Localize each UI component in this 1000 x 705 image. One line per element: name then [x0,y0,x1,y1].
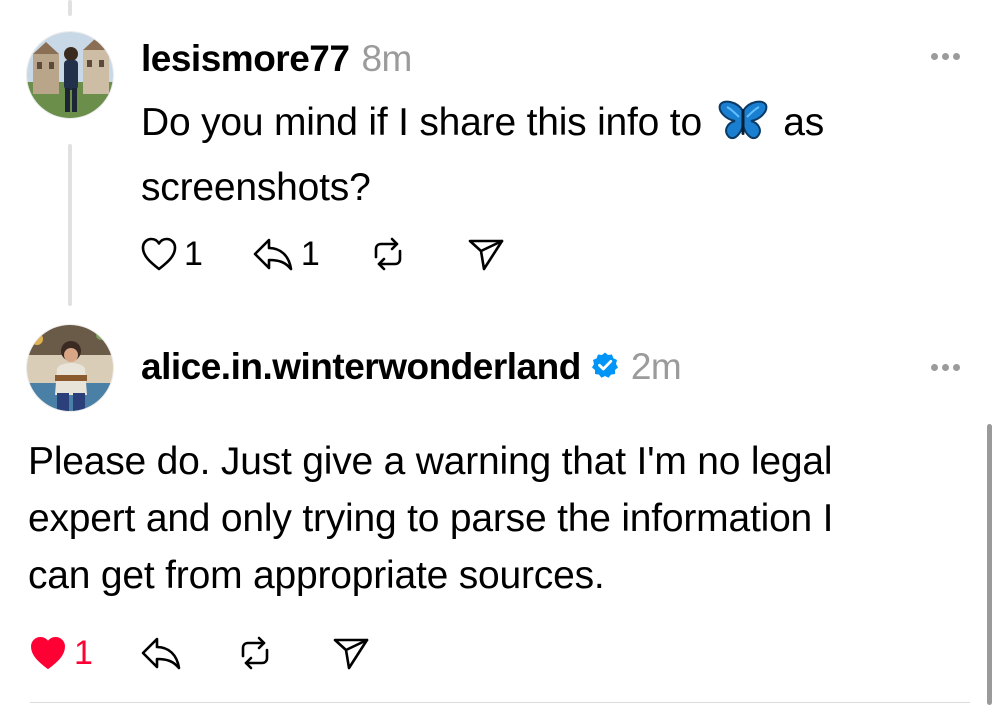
post-text-line: screenshots? [141,166,371,209]
timestamp[interactable]: 2m [631,348,682,385]
reply-icon [141,637,181,670]
timestamp[interactable]: 8m [361,40,412,77]
post-text-line: expert and only trying to parse the info… [28,497,834,540]
verified-badge-icon [591,348,619,385]
divider [30,702,970,703]
scrollbar[interactable] [987,424,992,705]
username[interactable]: alice.in.winterwonderland [141,348,581,385]
thread-line [68,144,72,306]
more-icon[interactable] [931,364,960,371]
post-text: Do you mind if I share this info to as s… [141,94,824,216]
post-header-alice: alice.in.winterwonderland 2m [141,348,682,385]
more-icon[interactable] [931,53,960,60]
heart-filled-icon [31,637,65,669]
avatar-lesismore77[interactable] [27,32,113,118]
send-icon [468,239,504,271]
repost-button[interactable] [368,235,408,273]
repost-icon [374,237,402,271]
avatar-alice[interactable] [27,325,113,411]
repost-button[interactable] [235,634,275,672]
post-text-line: Do you mind if I share this info to as [141,94,824,159]
repost-icon [241,636,269,670]
like-count: 1 [74,634,93,672]
share-button[interactable] [466,235,506,273]
post-text: Please do. Just give a warning that I'm … [28,433,834,604]
post-header-lesismore77: lesismore77 8m [141,40,412,77]
post-text-line: Please do. Just give a warning that I'm … [28,440,833,483]
like-button[interactable]: 1 [140,236,203,272]
post-text-part: Do you mind if I share this info to [141,101,702,144]
reply-button[interactable] [139,635,183,671]
post-actions: 1 1 [140,235,506,273]
post-text-line: can get from appropriate sources. [28,554,605,597]
username[interactable]: lesismore77 [141,40,350,77]
share-button[interactable] [331,634,371,672]
thread-line-top [68,0,72,16]
like-button[interactable]: 1 [28,635,93,671]
heart-icon [141,237,177,271]
reply-count: 1 [300,235,320,273]
post-actions: 1 [28,634,371,672]
like-count: 1 [184,235,203,273]
reply-button[interactable]: 1 [251,236,320,272]
reply-icon [253,238,293,271]
post-text-part: as [783,101,825,144]
butterfly-icon [717,99,769,159]
send-icon [333,638,369,670]
